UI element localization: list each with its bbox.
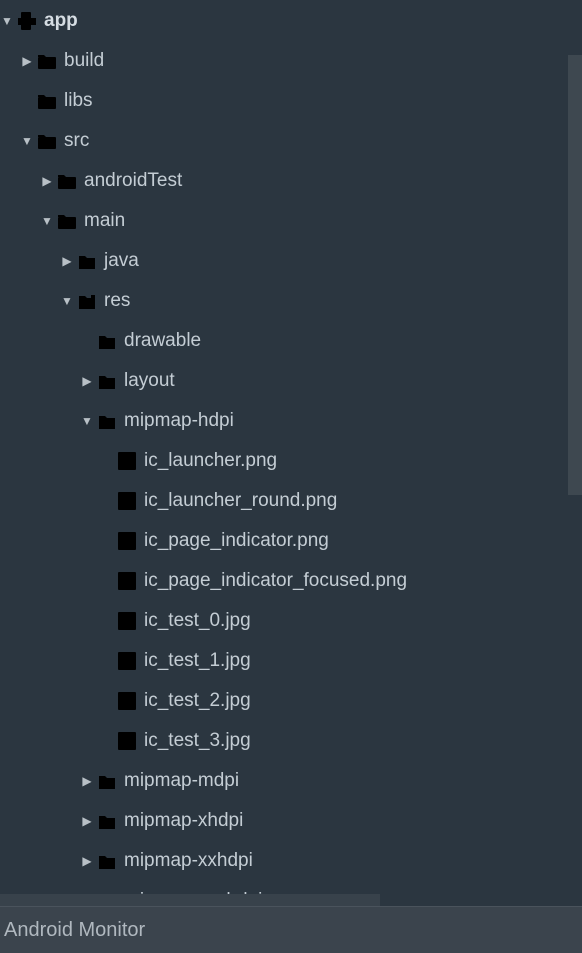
tree-label: mipmap-xhdpi: [124, 810, 243, 832]
chevron-right-icon: ▶: [80, 814, 94, 828]
tree-node-layout[interactable]: ▶ layout: [0, 360, 582, 400]
tree-label: ic_test_0.jpg: [144, 610, 251, 632]
tree-label: main: [84, 210, 125, 232]
tree-label: layout: [124, 370, 175, 392]
tree-node-file[interactable]: ▶ ic_test_0.jpg: [0, 600, 582, 640]
folder-icon: [36, 90, 58, 112]
resource-folder-icon: [96, 810, 118, 832]
tree-node-mipmap-hdpi[interactable]: ▼ mipmap-hdpi: [0, 400, 582, 440]
chevron-right-icon: ▶: [40, 174, 54, 188]
tree-label: drawable: [124, 330, 201, 352]
tree-node-libs[interactable]: ▶ libs: [0, 80, 582, 120]
chevron-down-icon: ▼: [40, 214, 54, 228]
resource-folder-icon: [96, 410, 118, 432]
image-file-icon: [116, 450, 138, 472]
tree-label: ic_page_indicator_focused.png: [144, 570, 407, 592]
tree-label: ic_launcher.png: [144, 450, 277, 472]
tree-node-file[interactable]: ▶ ic_launcher.png: [0, 440, 582, 480]
chevron-down-icon: ▼: [60, 294, 74, 308]
tree-node-mipmap-xhdpi[interactable]: ▶ mipmap-xhdpi: [0, 800, 582, 840]
project-tree[interactable]: ▼ app ▶ build ▶ libs ▼ src ▶ androidTest…: [0, 0, 582, 953]
tool-window-tab-android-monitor[interactable]: Android Monitor: [0, 906, 582, 953]
tree-label: build: [64, 50, 104, 72]
tree-label: libs: [64, 90, 93, 112]
tree-node-mipmap-xxhdpi[interactable]: ▶ mipmap-xxhdpi: [0, 840, 582, 880]
tree-label: res: [104, 290, 130, 312]
tree-node-androidtest[interactable]: ▶ androidTest: [0, 160, 582, 200]
image-file-icon: [116, 570, 138, 592]
tab-label: Android Monitor: [4, 919, 145, 942]
module-icon: [16, 10, 38, 32]
chevron-right-icon: ▶: [80, 854, 94, 868]
tree-node-main[interactable]: ▼ main: [0, 200, 582, 240]
vertical-scrollbar[interactable]: [568, 0, 582, 906]
tree-node-file[interactable]: ▶ ic_test_3.jpg: [0, 720, 582, 760]
chevron-right-icon: ▶: [60, 254, 74, 268]
tree-label: ic_test_3.jpg: [144, 730, 251, 752]
horizontal-scrollbar[interactable]: [0, 894, 380, 906]
scrollbar-thumb[interactable]: [568, 55, 582, 495]
tree-node-file[interactable]: ▶ ic_page_indicator_focused.png: [0, 560, 582, 600]
tree-label: androidTest: [84, 170, 182, 192]
image-file-icon: [116, 530, 138, 552]
tree-node-drawable[interactable]: ▶ drawable: [0, 320, 582, 360]
tree-label: mipmap-xxhdpi: [124, 850, 253, 872]
tree-node-app[interactable]: ▼ app: [0, 0, 582, 40]
tree-node-file[interactable]: ▶ ic_launcher_round.png: [0, 480, 582, 520]
image-file-icon: [116, 650, 138, 672]
tree-node-file[interactable]: ▶ ic_page_indicator.png: [0, 520, 582, 560]
tree-label: ic_launcher_round.png: [144, 490, 337, 512]
tree-node-java[interactable]: ▶ java: [0, 240, 582, 280]
folder-icon: [56, 170, 78, 192]
res-folder-icon: [76, 290, 98, 312]
tree-label: app: [44, 10, 78, 32]
tree-label: src: [64, 130, 89, 152]
image-file-icon: [116, 610, 138, 632]
image-file-icon: [116, 690, 138, 712]
chevron-down-icon: ▼: [0, 14, 14, 28]
tree-label: ic_test_2.jpg: [144, 690, 251, 712]
tree-node-file[interactable]: ▶ ic_test_1.jpg: [0, 640, 582, 680]
resource-folder-icon: [96, 770, 118, 792]
chevron-right-icon: ▶: [20, 54, 34, 68]
resource-folder-icon: [96, 330, 118, 352]
tree-label: mipmap-mdpi: [124, 770, 239, 792]
resource-folder-icon: [96, 370, 118, 392]
package-folder-icon: [76, 250, 98, 272]
folder-icon: [56, 210, 78, 232]
tree-node-src[interactable]: ▼ src: [0, 120, 582, 160]
folder-icon: [36, 50, 58, 72]
tree-label: ic_page_indicator.png: [144, 530, 329, 552]
image-file-icon: [116, 730, 138, 752]
tree-node-build[interactable]: ▶ build: [0, 40, 582, 80]
resource-folder-icon: [96, 850, 118, 872]
tree-label: ic_test_1.jpg: [144, 650, 251, 672]
image-file-icon: [116, 490, 138, 512]
chevron-right-icon: ▶: [80, 774, 94, 788]
tree-node-mipmap-mdpi[interactable]: ▶ mipmap-mdpi: [0, 760, 582, 800]
tree-node-file[interactable]: ▶ ic_test_2.jpg: [0, 680, 582, 720]
folder-icon: [36, 130, 58, 152]
chevron-down-icon: ▼: [20, 134, 34, 148]
chevron-right-icon: ▶: [80, 374, 94, 388]
tree-label: mipmap-hdpi: [124, 410, 234, 432]
tree-label: java: [104, 250, 139, 272]
chevron-down-icon: ▼: [80, 414, 94, 428]
tree-node-res[interactable]: ▼ res: [0, 280, 582, 320]
